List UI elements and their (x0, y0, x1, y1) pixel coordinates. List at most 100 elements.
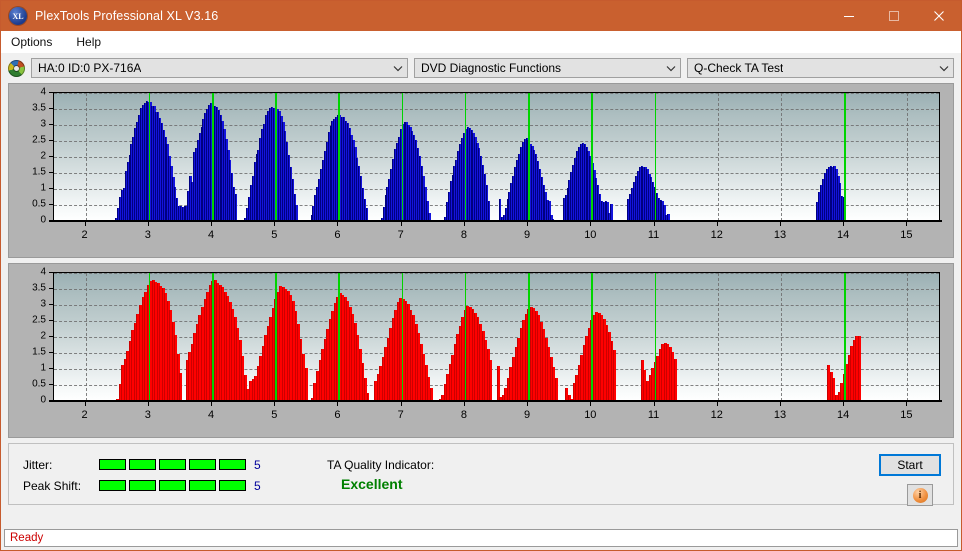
grid-line-horizontal (54, 321, 939, 322)
start-button[interactable]: Start (879, 454, 941, 476)
y-axis-tick (49, 272, 53, 273)
status-bar: Ready (4, 529, 958, 547)
y-axis-tick-label: 3 (40, 298, 46, 310)
marker-line (148, 273, 151, 401)
minimize-button[interactable] (826, 1, 871, 31)
chevron-down-icon (935, 65, 953, 72)
meter-segment (219, 480, 246, 491)
test-select[interactable]: Q-Check TA Test (687, 58, 954, 78)
grid-line-horizontal (54, 289, 939, 290)
y-axis-tick-label: 1 (40, 362, 46, 374)
ta-quality-value: Excellent (341, 476, 403, 492)
grid-line-horizontal (54, 353, 939, 354)
x-axis-tick (400, 402, 402, 406)
y-axis-tick (49, 92, 53, 93)
grid-line-vertical (717, 93, 719, 221)
grid-line-horizontal (54, 109, 939, 110)
y-axis-tick-label: 1.5 (32, 166, 46, 178)
chevron-down-icon (389, 65, 407, 72)
histogram-bar (489, 360, 493, 401)
y-axis-tick-label: 3.5 (32, 282, 46, 294)
menu-item-options[interactable]: Options (9, 33, 62, 51)
histogram-bar (179, 372, 183, 401)
x-axis-tick (653, 222, 655, 226)
title-bar: XL PlexTools Professional XL V3.16 (1, 1, 961, 31)
x-axis-tick-label: 2 (81, 409, 88, 421)
histogram-bar (610, 204, 613, 221)
x-axis-tick (843, 402, 845, 406)
x-axis-tick-label: 7 (397, 409, 404, 421)
meter-segment (189, 480, 216, 491)
y-axis-tick-label: 3.5 (32, 102, 46, 114)
menu-bar: Options Help (1, 31, 961, 53)
x-axis-tick (84, 402, 86, 406)
menu-item-help[interactable]: Help (74, 33, 111, 51)
x-axis-tick-label: 15 (900, 229, 913, 241)
y-axis-tick (49, 336, 53, 337)
drive-select[interactable]: HA:0 ID:0 PX-716A (31, 58, 408, 78)
x-axis-tick-label: 12 (710, 409, 723, 421)
y-axis-tick-label: 3 (40, 118, 46, 130)
x-axis-tick (337, 222, 339, 226)
x-axis-tick-label: 10 (584, 229, 597, 241)
marker-line (528, 93, 530, 221)
plot-area (53, 272, 940, 402)
chevron-down-icon (662, 65, 680, 72)
histogram-bar (613, 350, 617, 401)
marker-line (654, 273, 657, 401)
meter-segment (219, 459, 246, 470)
grid-line-vertical (85, 273, 87, 401)
charts-area: 0 0.5 1 1.5 2 2.5 3 3.5 4 2 3 4 5 6 7 8 9 10 11 12 13 14 15 00… (1, 83, 961, 443)
histogram-bar (496, 366, 500, 401)
close-button[interactable] (916, 1, 961, 31)
marker-line (401, 273, 404, 401)
x-axis-tick-label: 7 (397, 229, 404, 241)
marker-line (464, 273, 467, 401)
ta-test-chart-top: 0 0.5 1 1.5 2 2.5 3 3.5 4 2 3 4 5 6 7 8 9 10 11 12 13 14 15 (8, 83, 954, 258)
x-axis-tick (590, 402, 592, 406)
drive-select-value: HA:0 ID:0 PX-716A (38, 61, 142, 75)
y-axis-tick-label: 1 (40, 182, 46, 194)
peak-shift-meter (99, 480, 246, 491)
histogram-bar (365, 207, 368, 221)
meter-segment (99, 480, 126, 491)
marker-line (591, 93, 593, 221)
x-axis-tick (211, 402, 213, 406)
y-axis-tick (49, 320, 53, 321)
marker-line (275, 93, 277, 221)
x-axis-tick (590, 222, 592, 226)
grid-line-vertical (780, 273, 782, 401)
x-axis-tick-label: 15 (900, 409, 913, 421)
y-axis-tick (49, 172, 53, 173)
x-axis-tick (274, 222, 276, 226)
marker-line (212, 273, 214, 401)
x-axis-tick-label: 2 (81, 229, 88, 241)
y-axis-tick (49, 288, 53, 289)
status-text: Ready (10, 532, 44, 544)
window-controls (826, 1, 961, 31)
x-axis-tick (84, 222, 86, 226)
grid-line-horizontal (54, 125, 939, 126)
info-button[interactable]: i (907, 484, 933, 506)
selector-toolbar: HA:0 ID:0 PX-716A DVD Diagnostic Functio… (1, 53, 961, 83)
y-axis-tick (49, 368, 53, 369)
maximize-button[interactable] (871, 1, 916, 31)
grid-line-horizontal (54, 157, 939, 158)
function-select[interactable]: DVD Diagnostic Functions (414, 58, 681, 78)
test-select-value: Q-Check TA Test (694, 61, 784, 75)
grid-line-horizontal (54, 141, 939, 142)
grid-line-horizontal (54, 337, 939, 338)
x-axis-tick-label: 6 (334, 409, 341, 421)
marker-line (844, 93, 846, 221)
grid-line-vertical (717, 273, 719, 401)
window-title: PlexTools Professional XL V3.16 (35, 9, 219, 23)
app-logo-icon: XL (9, 7, 27, 25)
x-axis-tick-label: 13 (773, 409, 787, 421)
marker-line (528, 273, 530, 401)
x-axis-tick-label: 8 (460, 409, 467, 421)
marker-line (591, 273, 593, 401)
y-axis-tick-label: 2.5 (32, 314, 46, 326)
y-axis-tick-label: 0.5 (32, 198, 46, 210)
x-axis-tick (716, 222, 718, 226)
x-axis-tick-label: 4 (207, 229, 215, 241)
